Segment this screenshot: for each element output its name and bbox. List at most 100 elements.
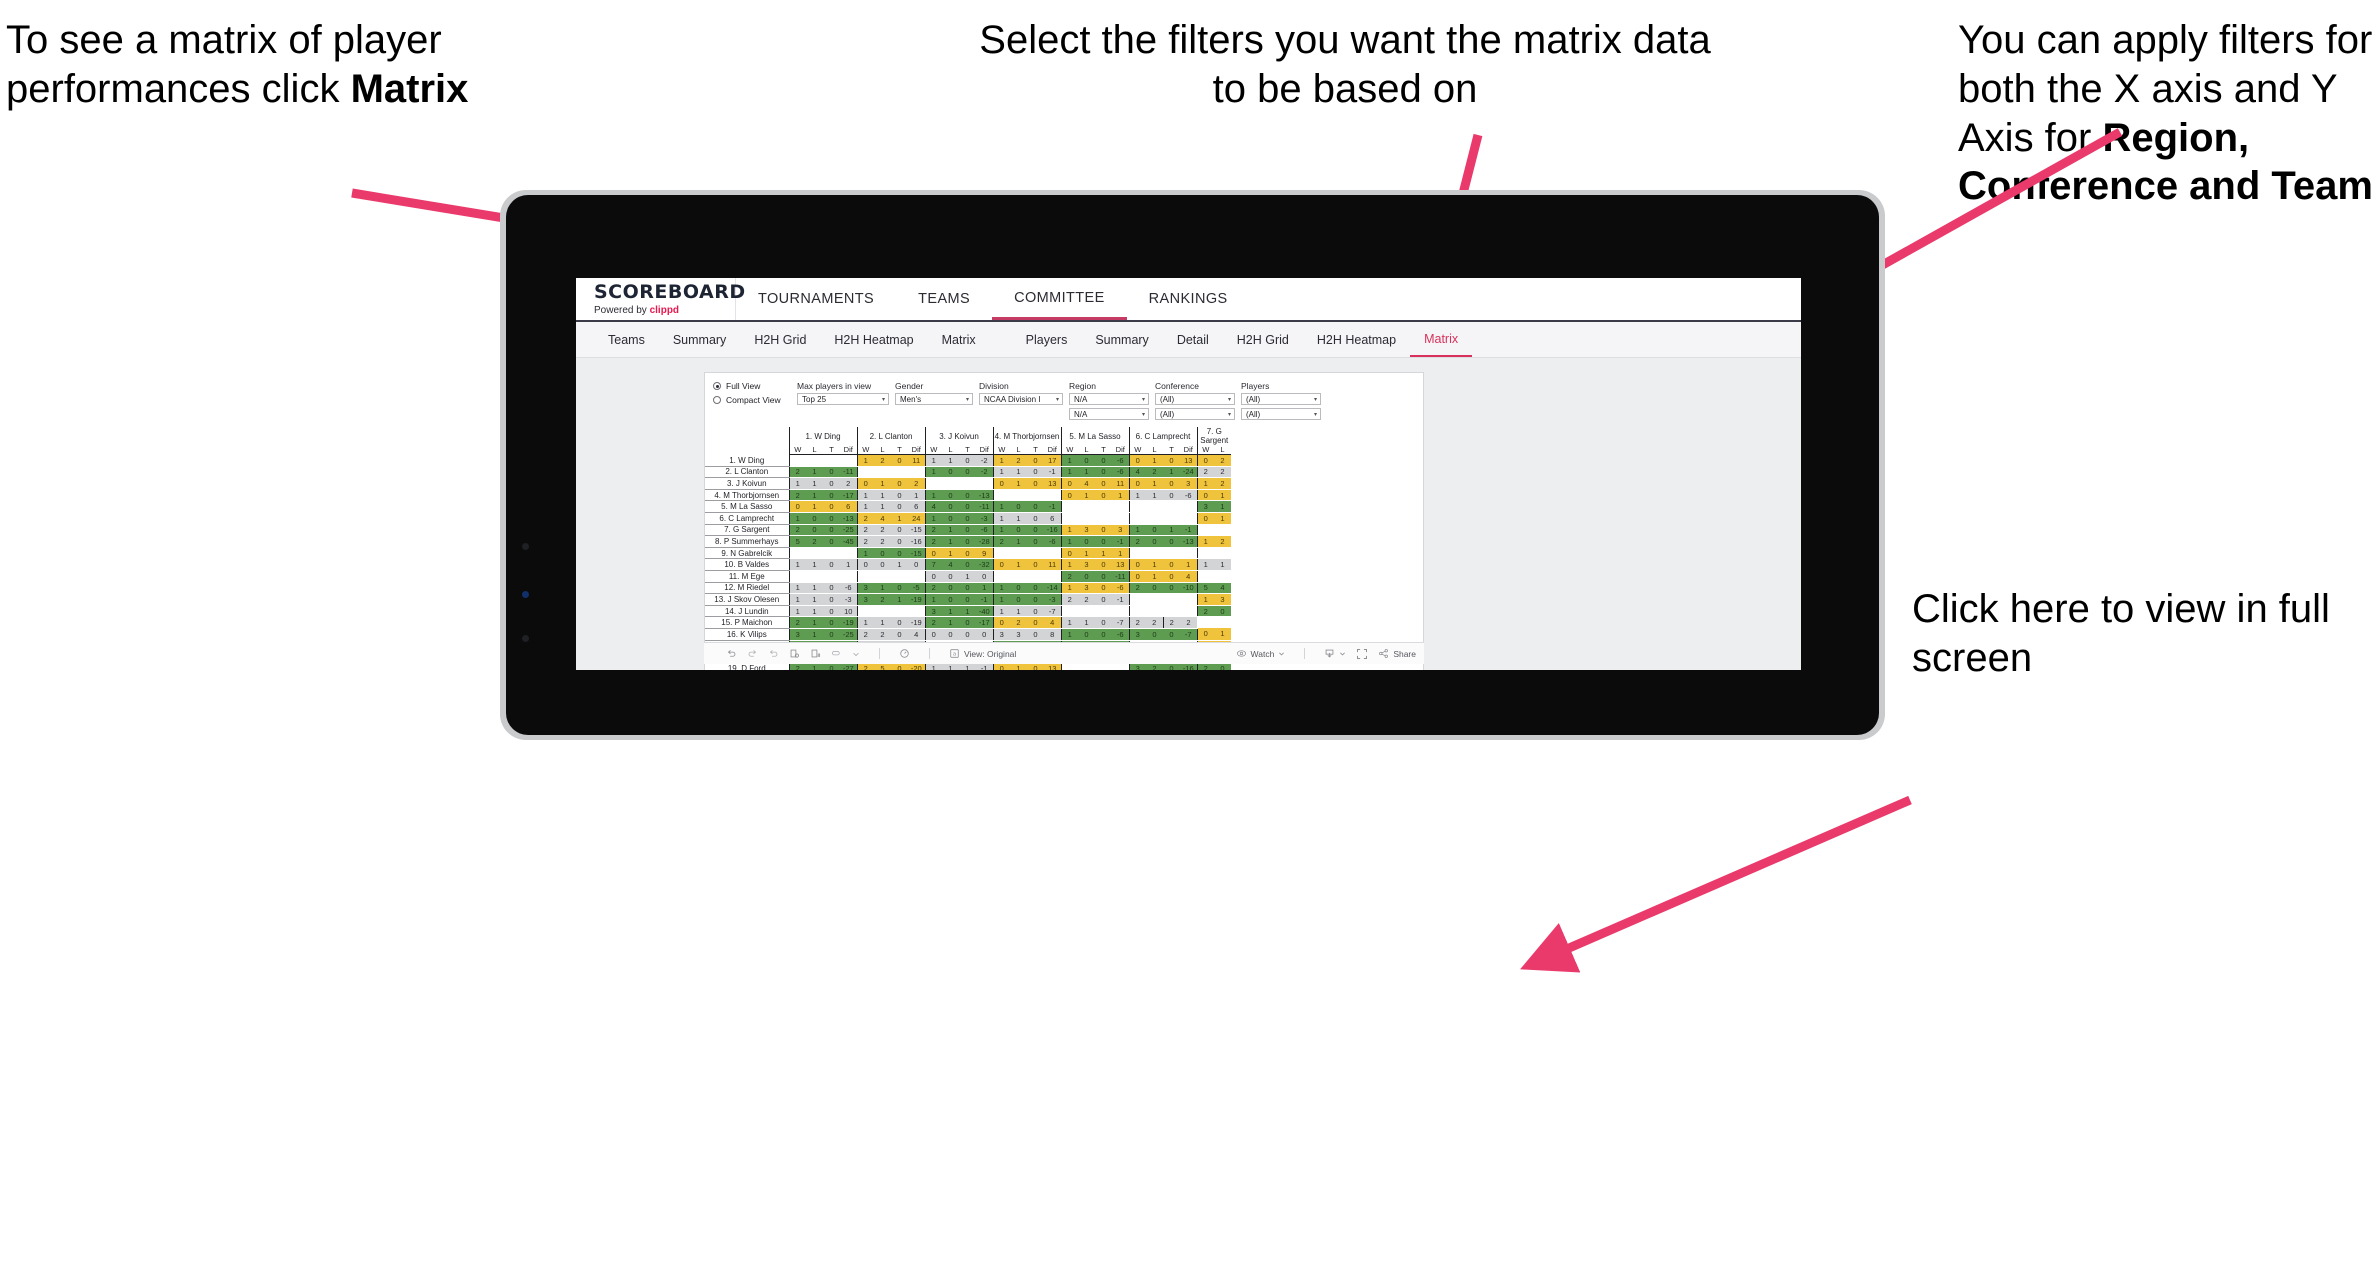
matrix-cell[interactable]: 0 — [1060, 547, 1078, 560]
matrix-cell[interactable]: 1 — [942, 663, 959, 670]
matrix-cell[interactable]: 1 — [874, 489, 891, 502]
matrix-cell[interactable]: 1 — [1196, 593, 1214, 606]
matrix-cell[interactable]: 0 — [823, 524, 840, 537]
matrix-cell[interactable]: 2 — [924, 582, 942, 595]
matrix-cell[interactable]: 0 — [823, 663, 840, 670]
top-nav-item-tournaments[interactable]: TOURNAMENTS — [736, 278, 896, 320]
matrix-cell[interactable]: 0 — [1027, 582, 1044, 595]
chevron-down-icon[interactable] — [1339, 650, 1346, 657]
matrix-cell[interactable] — [840, 570, 857, 583]
matrix-cell[interactable]: 0 — [1027, 535, 1044, 548]
matrix-cell[interactable] — [1095, 500, 1112, 513]
matrix-cell[interactable] — [924, 477, 942, 490]
matrix-cell[interactable] — [1095, 663, 1112, 670]
matrix-cell[interactable] — [908, 570, 925, 583]
matrix-cell[interactable]: 0 — [959, 454, 976, 467]
matrix-cell[interactable]: 1 — [1060, 535, 1078, 548]
matrix-cell[interactable]: 1 — [1060, 558, 1078, 571]
matrix-cell[interactable]: 1 — [1214, 512, 1231, 525]
matrix-cell[interactable]: 0 — [942, 512, 959, 525]
matrix-cell[interactable]: 0 — [788, 500, 806, 513]
matrix-cell[interactable]: 0 — [1128, 477, 1146, 490]
matrix-cell[interactable]: 1 — [908, 489, 925, 502]
matrix-cell[interactable] — [1044, 489, 1061, 502]
matrix-cell[interactable]: 0 — [1163, 628, 1180, 641]
matrix-cell[interactable]: 1 — [1010, 663, 1027, 670]
sub-nav-item-summary[interactable]: Summary — [1081, 322, 1162, 357]
chevron-down-icon[interactable]: ▾ — [882, 396, 885, 403]
brand-logo[interactable]: SCOREBOARD Powered by clippd — [576, 278, 745, 320]
matrix-cell[interactable]: 1 — [1010, 466, 1027, 479]
matrix-cell[interactable]: -16 — [908, 535, 925, 548]
matrix-cell[interactable]: -7 — [1112, 616, 1129, 629]
matrix-cell[interactable]: -25 — [840, 628, 857, 641]
matrix-cell[interactable] — [1078, 500, 1095, 513]
matrix-cell[interactable]: 1 — [992, 605, 1010, 618]
matrix-cell[interactable] — [823, 570, 840, 583]
matrix-cell[interactable]: 2 — [874, 593, 891, 606]
share-control[interactable]: Share — [1378, 648, 1416, 659]
matrix-cell[interactable]: 4 — [1128, 466, 1146, 479]
matrix-cell[interactable]: 0 — [823, 593, 840, 606]
chevron-down-icon[interactable] — [852, 650, 860, 658]
matrix-cell[interactable]: 0 — [1095, 477, 1112, 490]
sub-nav-item-h2h-grid[interactable]: H2H Grid — [740, 322, 820, 357]
matrix-cell[interactable]: 2 — [1146, 616, 1163, 629]
matrix-cell[interactable]: 1 — [1180, 558, 1197, 571]
matrix-cell[interactable]: 1 — [1060, 616, 1078, 629]
matrix-cell[interactable]: 3 — [856, 593, 874, 606]
matrix-cell[interactable] — [1027, 570, 1044, 583]
matrix-cell[interactable] — [823, 547, 840, 560]
matrix-cell[interactable] — [856, 605, 874, 618]
matrix-cell[interactable]: 0 — [1010, 593, 1027, 606]
matrix-cell[interactable]: 0 — [942, 489, 959, 502]
matrix-cell[interactable]: 1 — [874, 616, 891, 629]
sub-nav-item-h2h-heatmap[interactable]: H2H Heatmap — [1303, 322, 1410, 357]
chevron-down-icon[interactable]: ▾ — [966, 396, 969, 403]
matrix-cell[interactable] — [959, 477, 976, 490]
matrix-cell[interactable] — [874, 570, 891, 583]
matrix-cell[interactable]: 0 — [1196, 512, 1214, 525]
matrix-cell[interactable]: 0 — [1027, 454, 1044, 467]
matrix-cell[interactable]: 0 — [1163, 454, 1180, 467]
matrix-cell[interactable]: 2 — [1128, 582, 1146, 595]
matrix-cell[interactable]: 0 — [959, 466, 976, 479]
matrix-cell[interactable]: 0 — [924, 570, 942, 583]
matrix-cell[interactable]: 1 — [1146, 570, 1163, 583]
matrix-cell[interactable]: 0 — [1095, 616, 1112, 629]
matrix-cell[interactable]: 6 — [840, 500, 857, 513]
matrix-cell[interactable]: 0 — [1095, 628, 1112, 641]
matrix-cell[interactable] — [891, 605, 908, 618]
matrix-cell[interactable] — [1128, 500, 1146, 513]
matrix-cell[interactable]: 0 — [1078, 535, 1095, 548]
matrix-cell[interactable]: 0 — [942, 582, 959, 595]
matrix-cell[interactable]: 1 — [942, 547, 959, 560]
matrix-cell[interactable]: 2 — [1214, 477, 1231, 490]
matrix-cell[interactable]: 1 — [1112, 547, 1129, 560]
matrix-cell[interactable]: 2 — [1162, 616, 1180, 629]
matrix-cell[interactable]: 1 — [1078, 489, 1095, 502]
matrix-cell[interactable]: 1 — [942, 535, 959, 548]
matrix-cell[interactable]: 1 — [992, 582, 1010, 595]
matrix-cell[interactable]: 0 — [959, 524, 976, 537]
matrix-cell[interactable]: 3 — [1010, 628, 1027, 641]
sub-nav-item-teams[interactable]: Teams — [594, 322, 659, 357]
matrix-cell[interactable]: 0 — [1214, 663, 1231, 670]
matrix-cell[interactable]: 1 — [992, 524, 1010, 537]
matrix-cell[interactable]: 0 — [976, 570, 993, 583]
matrix-cell[interactable]: -3 — [976, 512, 993, 525]
matrix-cell[interactable]: 1 — [942, 616, 959, 629]
matrix-cell[interactable]: 1 — [1060, 628, 1078, 641]
matrix-cell[interactable]: 0 — [1214, 605, 1231, 618]
filter-select-conference-2[interactable]: (All) ▾ — [1155, 408, 1235, 420]
matrix-cell[interactable]: -3 — [1044, 593, 1061, 606]
matrix-cell[interactable]: 0 — [959, 512, 976, 525]
matrix-cell[interactable]: 4 — [1044, 616, 1061, 629]
matrix-cell[interactable]: 1 — [992, 500, 1010, 513]
matrix-cell[interactable]: 0 — [1128, 570, 1146, 583]
matrix-cell[interactable]: 1 — [959, 570, 976, 583]
matrix-cell[interactable]: 0 — [823, 512, 840, 525]
matrix-cell[interactable] — [874, 605, 891, 618]
matrix-cell[interactable] — [806, 570, 823, 583]
filter-select-region-2[interactable]: N/A ▾ — [1069, 408, 1149, 420]
